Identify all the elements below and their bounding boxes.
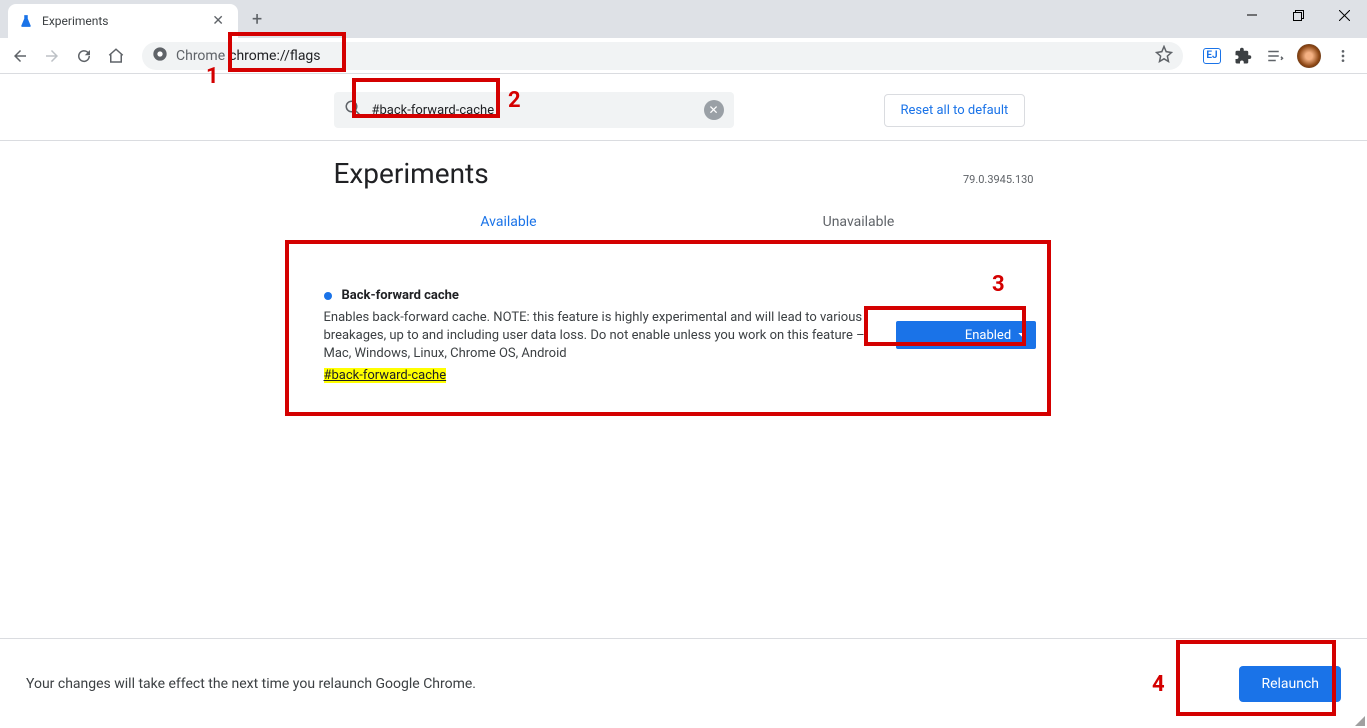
flask-icon xyxy=(18,13,34,29)
annotation-label-1: 1 xyxy=(206,64,219,89)
header-row: Experiments 79.0.3945.130 xyxy=(334,157,1034,190)
translate-icon[interactable]: EJ xyxy=(1203,48,1221,64)
relaunch-message: Your changes will take effect the next t… xyxy=(26,676,476,692)
maximize-button[interactable] xyxy=(1275,0,1321,30)
annotation-label-3: 3 xyxy=(992,272,1005,297)
extensions-icon[interactable] xyxy=(1233,46,1253,66)
page-title: Experiments xyxy=(334,157,489,190)
browser-tab-experiments[interactable]: Experiments ✕ xyxy=(8,4,238,38)
url-text: Chrome chrome://flags xyxy=(176,48,321,64)
tab-unavailable[interactable]: Unavailable xyxy=(684,214,1034,242)
flag-description: Enables back-forward cache. NOTE: this f… xyxy=(324,309,889,364)
flag-card: Back-forward cache Enables back-forward … xyxy=(304,258,1064,413)
flag-indicator-icon xyxy=(324,292,332,300)
minimize-button[interactable] xyxy=(1229,0,1275,30)
profile-avatar[interactable] xyxy=(1297,44,1321,68)
menu-icon[interactable] xyxy=(1333,46,1353,66)
bookmark-star-icon[interactable] xyxy=(1155,45,1173,67)
tab-title: Experiments xyxy=(42,14,208,28)
address-bar[interactable]: Chrome chrome://flags xyxy=(142,42,1183,70)
reload-button[interactable] xyxy=(70,42,98,70)
chrome-icon xyxy=(152,46,168,66)
forward-button[interactable] xyxy=(38,42,66,70)
tab-close-icon[interactable]: ✕ xyxy=(208,13,228,29)
scroll-corner xyxy=(1355,716,1365,726)
home-button[interactable] xyxy=(102,42,130,70)
clear-search-icon[interactable]: ✕ xyxy=(704,100,724,120)
browser-titlebar: Experiments ✕ + xyxy=(0,0,1367,38)
flag-hash-link[interactable]: #back-forward-cache xyxy=(324,368,447,383)
tabs-row: Available Unavailable xyxy=(334,214,1034,242)
new-tab-button[interactable]: + xyxy=(246,7,268,32)
flag-title: Back-forward cache xyxy=(342,288,459,303)
relaunch-button[interactable]: Relaunch xyxy=(1239,666,1341,702)
reading-list-icon[interactable] xyxy=(1265,46,1285,66)
annotation-label-2: 2 xyxy=(508,88,521,113)
search-icon xyxy=(344,99,362,121)
window-controls xyxy=(1229,0,1367,30)
page-content: #back-forward-cache ✕ Reset all to defau… xyxy=(0,74,1367,413)
flag-state-select[interactable]: Enabled xyxy=(896,321,1036,349)
search-query-text: #back-forward-cache xyxy=(372,103,704,118)
flags-search-input[interactable]: #back-forward-cache ✕ xyxy=(334,92,734,128)
close-window-button[interactable] xyxy=(1321,0,1367,30)
tab-available[interactable]: Available xyxy=(334,214,684,242)
reset-all-button[interactable]: Reset all to default xyxy=(884,94,1026,127)
annotation-label-4: 4 xyxy=(1152,672,1165,697)
back-button[interactable] xyxy=(6,42,34,70)
version-text: 79.0.3945.130 xyxy=(963,173,1034,186)
